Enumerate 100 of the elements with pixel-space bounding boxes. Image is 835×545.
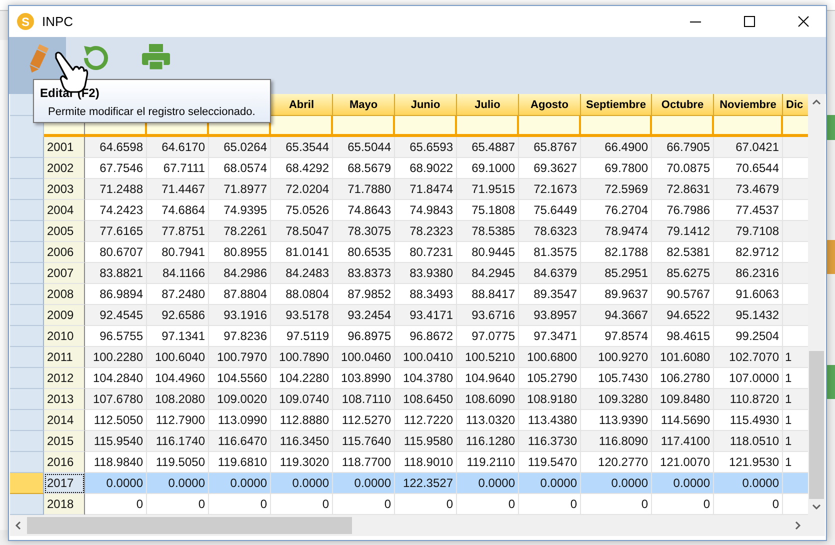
filter-cell[interactable] — [581, 116, 652, 137]
table-cell: 100.2280 — [85, 347, 147, 368]
table-cell: 71.4467 — [147, 179, 209, 200]
table-cell: 2016 — [44, 452, 85, 473]
column-header[interactable]: Noviembre — [714, 94, 783, 116]
row-header[interactable] — [10, 326, 44, 347]
row-header[interactable] — [10, 221, 44, 242]
vertical-scrollbar[interactable] — [808, 94, 825, 515]
row-header[interactable] — [10, 200, 44, 221]
scroll-up-icon[interactable] — [812, 99, 821, 105]
table-cell: 93.6716 — [457, 305, 519, 326]
row-header[interactable] — [10, 242, 44, 263]
table-row[interactable]: 2015 115.9540 116.1740 116.6470 116.3450 115.7640 115.9580 116.1280 116.3730 116.8090 117.4100 118.0510 1 — [10, 431, 808, 452]
table-cell: 2009 — [44, 305, 85, 326]
table-cell: 2001 — [44, 137, 85, 158]
row-header[interactable] — [10, 347, 44, 368]
table-row[interactable]: 2017 0.0000 0.0000 0.0000 0.0000 0.0000 122.3527 0.0000 0.0000 0.0000 0.0000 0.0000 — [10, 473, 808, 494]
table-cell: 84.2483 — [271, 263, 333, 284]
table-row[interactable]: 2005 77.6165 77.8751 78.2261 78.5047 78.3075 78.2323 78.5385 78.6323 78.9474 79.1412 79.7108 — [10, 221, 808, 242]
table-cell: 86.2316 — [714, 263, 783, 284]
scroll-left-icon[interactable] — [15, 521, 21, 530]
filter-cell[interactable] — [519, 116, 581, 137]
table-cell: 0.0000 — [519, 473, 581, 494]
table-cell: 2010 — [44, 326, 85, 347]
row-header[interactable] — [10, 431, 44, 452]
table-cell: 65.5044 — [333, 137, 395, 158]
scroll-right-icon[interactable] — [795, 521, 801, 530]
row-header[interactable] — [10, 179, 44, 200]
table-cell: 2017 — [44, 473, 85, 494]
table-cell: 64.6598 — [85, 137, 147, 158]
column-header[interactable]: Agosto — [519, 94, 581, 116]
table-cell: 100.5210 — [457, 347, 519, 368]
table-cell: 0.0000 — [209, 473, 271, 494]
row-header[interactable] — [10, 473, 44, 494]
row-header[interactable] — [10, 284, 44, 305]
table-cell: 78.6323 — [519, 221, 581, 242]
table-cell: 115.9540 — [85, 431, 147, 452]
table-cell: 72.8631 — [652, 179, 714, 200]
table-cell: 71.8474 — [395, 179, 457, 200]
table-cell: 78.2323 — [395, 221, 457, 242]
table-cell: 93.8957 — [519, 305, 581, 326]
filter-cell[interactable] — [652, 116, 714, 137]
row-header[interactable] — [10, 368, 44, 389]
table-row[interactable]: 2003 71.2488 71.4467 71.8977 72.0204 71.7880 71.8474 71.9515 72.1673 72.5969 72.8631 73.4679 — [10, 179, 808, 200]
table-cell: 67.0421 — [714, 137, 783, 158]
row-header[interactable] — [10, 389, 44, 410]
column-header[interactable]: Octubre — [652, 94, 714, 116]
filter-cell[interactable] — [271, 116, 333, 137]
table-row[interactable]: 2013 107.6780 108.2080 109.0020 109.0740 108.7110 108.6450 108.6090 108.9180 109.3280 109.8480 110.8720 1 — [10, 389, 808, 410]
table-cell: 2018 — [44, 494, 85, 515]
table-cell: 78.3075 — [333, 221, 395, 242]
table-cell: 107.6780 — [85, 389, 147, 410]
filter-cell[interactable] — [457, 116, 519, 137]
table-row[interactable]: 2009 92.4545 92.6586 93.1916 93.5178 93.2454 93.4171 93.6716 93.8957 94.3667 94.6522 95.1432 — [10, 305, 808, 326]
row-header[interactable] — [10, 305, 44, 326]
table-cell: 117.4100 — [652, 431, 714, 452]
column-header[interactable]: Abril — [271, 94, 333, 116]
table-row[interactable]: 2011 100.2280 100.6040 100.7970 100.7890 100.0460 100.0410 100.5210 100.6800 100.9270 101.6080 102.7070 1 — [10, 347, 808, 368]
column-header[interactable]: Julio — [457, 94, 519, 116]
row-header[interactable] — [10, 410, 44, 431]
table-cell: 108.6450 — [395, 389, 457, 410]
table-cell: 85.6275 — [652, 263, 714, 284]
maximize-icon — [744, 16, 754, 27]
table-cell: 118.0510 — [714, 431, 783, 452]
close-icon — [798, 16, 808, 27]
table-cell: 72.1673 — [519, 179, 581, 200]
table-cell: 84.2945 — [457, 263, 519, 284]
table-cell: 84.1166 — [147, 263, 209, 284]
row-header[interactable] — [10, 158, 44, 179]
table-cell: 0.0000 — [714, 473, 783, 494]
filter-cell[interactable] — [714, 116, 783, 137]
table-cell: 0.0000 — [85, 473, 147, 494]
row-header[interactable] — [10, 452, 44, 473]
table-cell: 122.3527 — [395, 473, 457, 494]
column-header[interactable]: Mayo — [333, 94, 395, 116]
table-cell: 116.3450 — [271, 431, 333, 452]
table-row[interactable]: 2007 83.8821 84.1166 84.2986 84.2483 83.8373 83.9380 84.2945 84.6379 85.2951 85.6275 86.2316 — [10, 263, 808, 284]
table-cell: 93.1916 — [209, 305, 271, 326]
table-cell: 2015 — [44, 431, 85, 452]
column-header[interactable]: Dic — [783, 94, 808, 116]
table-cell: 94.3667 — [581, 305, 652, 326]
scroll-down-icon[interactable] — [812, 504, 821, 510]
column-header[interactable]: Septiembre — [581, 94, 652, 116]
table-cell: 92.4545 — [85, 305, 147, 326]
table-cell: 65.8767 — [519, 137, 581, 158]
filter-cell[interactable] — [333, 116, 395, 137]
row-header[interactable] — [10, 494, 44, 515]
table-cell: 84.6379 — [519, 263, 581, 284]
table-cell: 79.7108 — [714, 221, 783, 242]
row-header[interactable] — [10, 263, 44, 284]
horizontal-scrollbar[interactable] — [10, 515, 825, 536]
table-cell: 65.6593 — [395, 137, 457, 158]
column-header[interactable]: Junio — [395, 94, 457, 116]
refresh-icon — [81, 43, 111, 73]
printer-icon — [141, 43, 171, 71]
table-cell: 116.1280 — [457, 431, 519, 452]
table-row[interactable]: 2001 64.6598 64.6170 65.0264 65.3544 65.5044 65.6593 65.4887 65.8767 66.4900 66.7905 67.0421 — [10, 137, 808, 158]
filter-cell[interactable] — [395, 116, 457, 137]
table-cell: 108.6090 — [457, 389, 519, 410]
table-cell: 83.8373 — [333, 263, 395, 284]
